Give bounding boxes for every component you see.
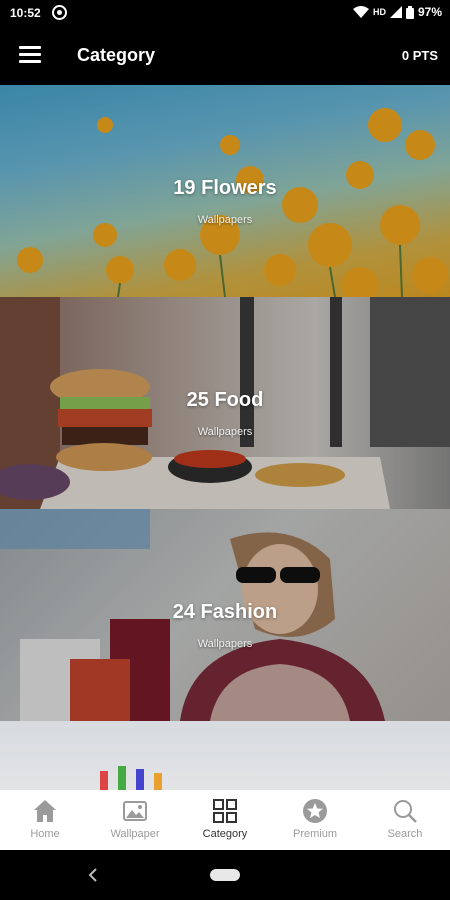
app-bar: Category 0 PTS: [0, 26, 450, 85]
status-indicators: HD 97%: [352, 5, 442, 19]
category-subtitle: Wallpapers: [197, 214, 253, 226]
image-icon: [123, 801, 147, 821]
menu-icon[interactable]: [19, 46, 41, 64]
category-card-partial[interactable]: [0, 721, 450, 790]
notification-app-icon: [52, 5, 67, 20]
battery-icon: [405, 5, 414, 19]
nav-wallpaper[interactable]: Wallpaper: [90, 790, 180, 850]
nav-label: Premium: [292, 828, 337, 840]
nav-label: Home: [30, 828, 60, 840]
category-title: 25 Food: [186, 389, 264, 411]
category-card-food[interactable]: 25 Food Wallpapers: [0, 297, 450, 509]
nav-home[interactable]: Home: [0, 790, 90, 850]
home-icon: [34, 800, 56, 822]
back-icon[interactable]: [86, 867, 100, 883]
nav-category[interactable]: Category: [180, 790, 270, 850]
signal-icon: [389, 6, 402, 18]
category-title: 24 Fashion: [172, 601, 278, 623]
battery-percent: 97%: [417, 5, 442, 19]
nav-label: Search: [387, 828, 423, 840]
status-bar: 10:52 HD 97%: [0, 0, 450, 26]
category-subtitle: Wallpapers: [197, 638, 253, 650]
wifi-icon: [352, 6, 369, 18]
category-card-fashion[interactable]: 24 Fashion Wallpapers: [0, 509, 450, 721]
nav-label: Wallpaper: [110, 828, 160, 840]
category-subtitle: Wallpapers: [197, 426, 253, 438]
bottom-navigation: Home Wallpaper Category Premium Search: [0, 790, 450, 850]
grid-icon: [213, 799, 237, 823]
points-counter[interactable]: 0 PTS: [402, 48, 438, 63]
category-title: 19 Flowers: [173, 177, 277, 199]
home-pill[interactable]: [210, 869, 240, 881]
pencils-image: [100, 766, 162, 790]
nav-premium[interactable]: Premium: [270, 790, 360, 850]
page-title: Category: [77, 45, 156, 65]
network-type: HD: [372, 7, 386, 17]
star-badge-icon: [303, 799, 327, 823]
nav-label: Category: [202, 828, 248, 840]
status-time: 10:52: [10, 6, 41, 20]
system-navigation: [0, 850, 450, 900]
category-list: 19 Flowers Wallpapers 25 Food Wallpapers: [0, 85, 450, 790]
search-icon: [394, 800, 417, 823]
category-card-flowers[interactable]: 19 Flowers Wallpapers: [0, 85, 450, 297]
nav-search[interactable]: Search: [360, 790, 450, 850]
